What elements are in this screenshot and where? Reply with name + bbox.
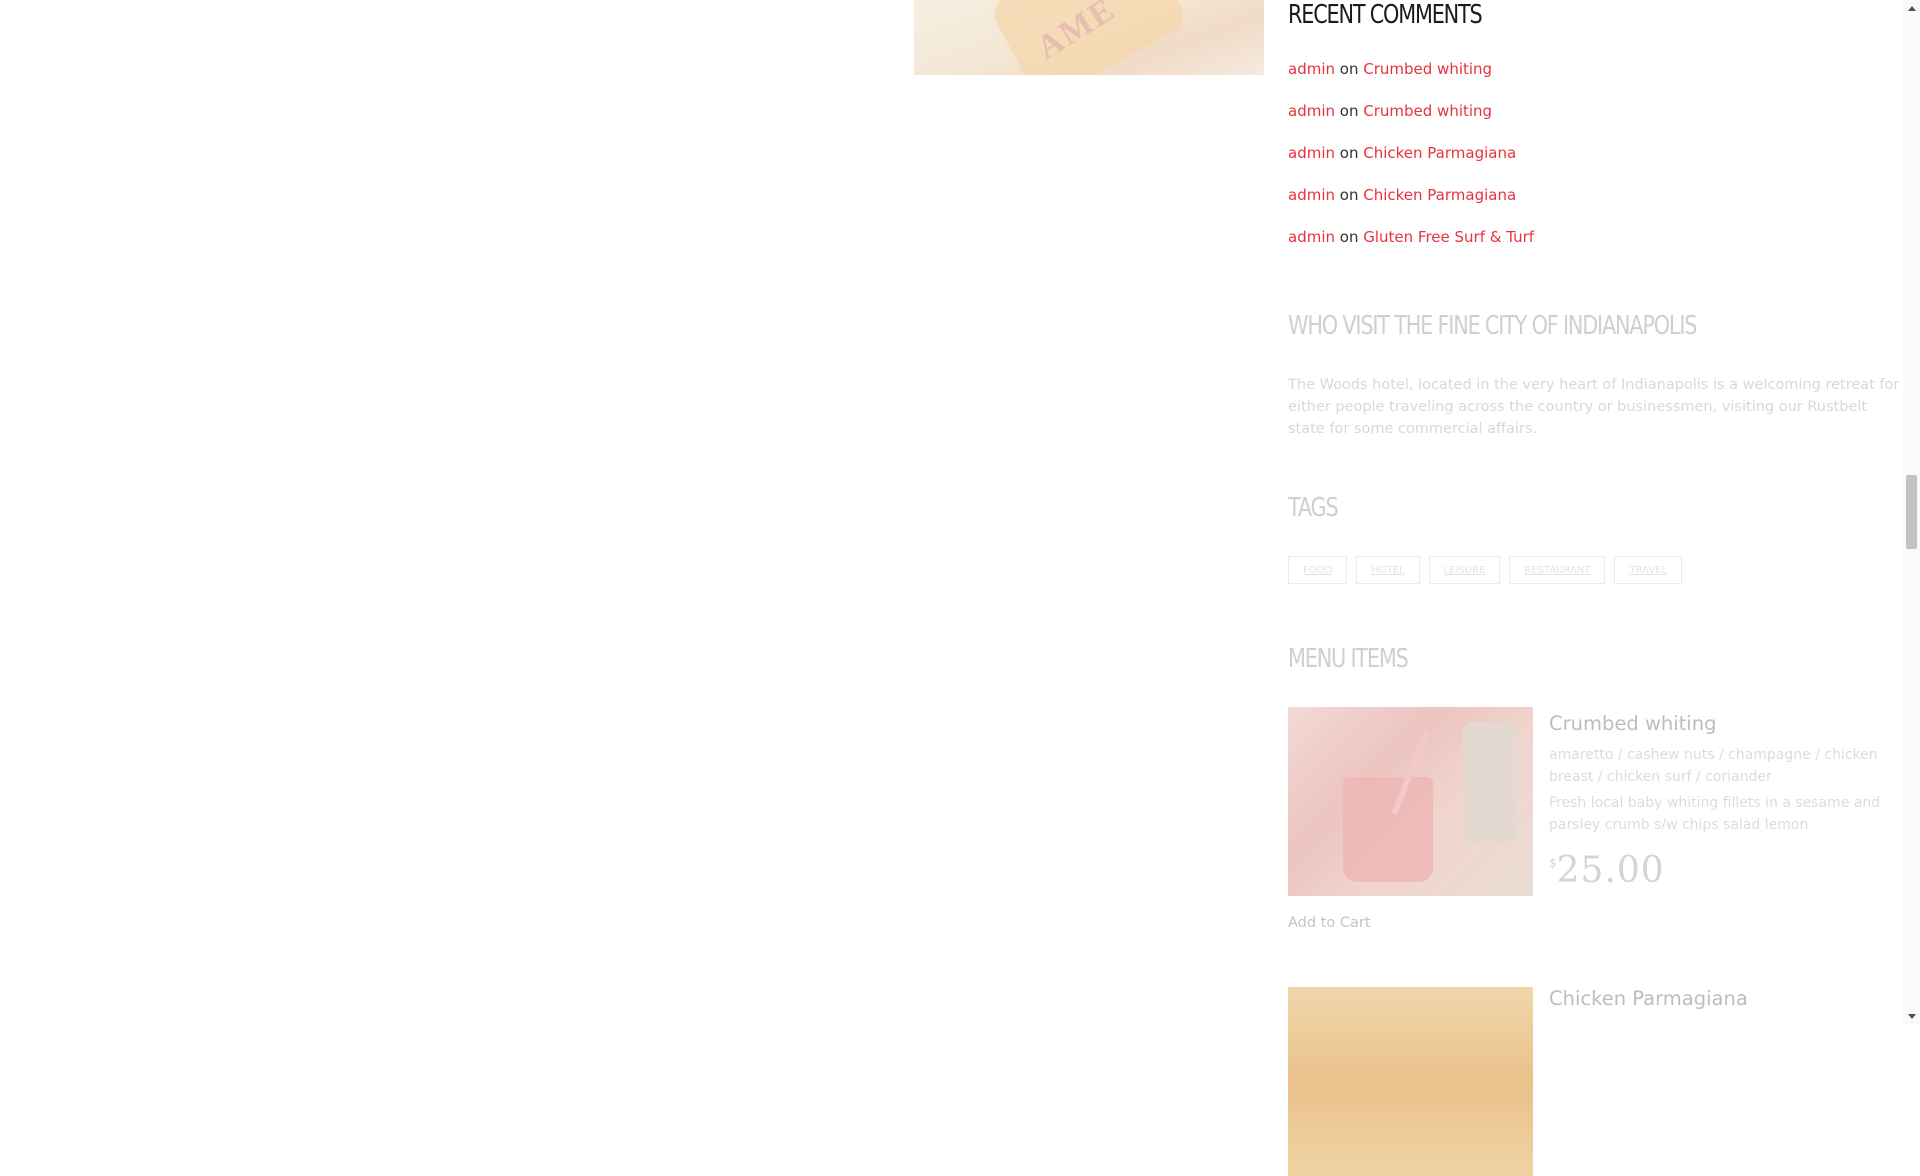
comment-post-link[interactable]: Gluten Free Surf & Turf: [1363, 228, 1534, 246]
about-text: The Woods hotel, located in the very hea…: [1288, 377, 1900, 437]
menu-item-price: $25.00: [1549, 850, 1665, 891]
menu-item-image[interactable]: [1288, 987, 1533, 1176]
tag-cloud: FOOD HOTEL LEISURE RESTAURANT TRAVEL: [1288, 556, 1683, 584]
scroll-up-arrow[interactable]: [1903, 0, 1920, 16]
menu-item-name[interactable]: Crumbed whiting: [1549, 712, 1716, 735]
glass-shape: [1343, 777, 1433, 882]
scrollbar[interactable]: [1903, 0, 1920, 1024]
scroll-down-arrow[interactable]: [1903, 1008, 1920, 1024]
recent-comment-item: admin on Crumbed whiting: [1288, 60, 1534, 102]
tags-title: TAGS: [1288, 493, 1339, 523]
comment-post-link[interactable]: Crumbed whiting: [1363, 60, 1492, 78]
recent-comments-title: RECENT COMMENTS: [1288, 0, 1483, 30]
comment-author-link[interactable]: admin: [1288, 60, 1335, 78]
tag-link[interactable]: LEISURE: [1428, 556, 1501, 584]
menu-items-title: MENU ITEMS: [1288, 644, 1409, 674]
tag-link[interactable]: TRAVEL: [1614, 556, 1683, 584]
recent-comment-item: admin on Chicken Parmagiana: [1288, 144, 1534, 186]
menu-item-description: Fresh local baby whiting fillets in a se…: [1549, 795, 1881, 833]
comment-post-link[interactable]: Chicken Parmagiana: [1363, 186, 1516, 204]
recent-comment-item: admin on Crumbed whiting: [1288, 102, 1534, 144]
scroll-track[interactable]: [1903, 16, 1920, 1008]
comment-connector: on: [1339, 60, 1359, 78]
comment-post-link[interactable]: Crumbed whiting: [1363, 102, 1492, 120]
comment-post-link[interactable]: Chicken Parmagiana: [1363, 144, 1516, 162]
post-featured-image: AME: [914, 0, 1264, 75]
recent-comments-list: admin on Crumbed whiting admin on Crumbed…: [1288, 60, 1534, 270]
comment-connector: on: [1339, 228, 1359, 246]
price-currency: $: [1549, 856, 1557, 870]
scroll-thumb[interactable]: [1906, 475, 1917, 549]
comment-author-link[interactable]: admin: [1288, 102, 1335, 120]
comment-author-link[interactable]: admin: [1288, 186, 1335, 204]
shaker-shape: [1463, 722, 1518, 842]
menu-item-image[interactable]: [1288, 707, 1533, 896]
tag-link[interactable]: HOTEL: [1356, 556, 1420, 584]
menu-item-ingredients: amaretto / cashew nuts / champagne / chi…: [1549, 747, 1878, 785]
tag-link[interactable]: FOOD: [1288, 556, 1348, 584]
comment-connector: on: [1339, 144, 1359, 162]
chevron-down-icon: [1907, 1013, 1916, 1019]
comment-author-link[interactable]: admin: [1288, 228, 1335, 246]
menu-item-name[interactable]: Chicken Parmagiana: [1549, 987, 1748, 1010]
comment-connector: on: [1339, 186, 1359, 204]
recent-comment-item: admin on Gluten Free Surf & Turf: [1288, 228, 1534, 270]
about-title: WHO VISIT THE FINE CITY OF INDIANAPOLIS: [1288, 311, 1697, 341]
tag-link[interactable]: RESTAURANT: [1509, 556, 1606, 584]
comment-author-link[interactable]: admin: [1288, 144, 1335, 162]
add-to-cart-button[interactable]: Add to Cart: [1288, 915, 1371, 931]
chevron-up-icon: [1907, 5, 1916, 11]
price-amount: 25.00: [1556, 850, 1665, 891]
recent-comment-item: admin on Chicken Parmagiana: [1288, 186, 1534, 228]
comment-connector: on: [1339, 102, 1359, 120]
